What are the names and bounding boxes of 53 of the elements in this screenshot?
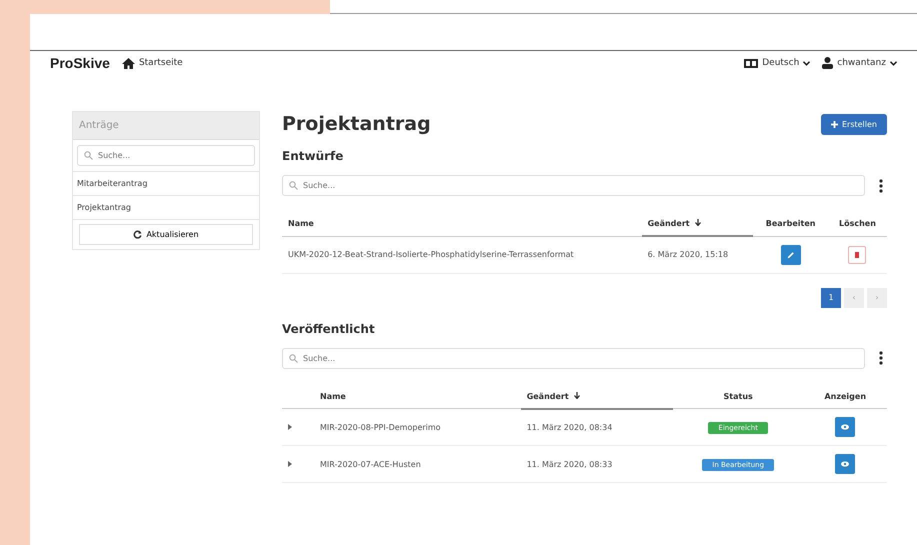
plus-icon (830, 120, 838, 128)
sort-arrow-icon[interactable] (694, 219, 701, 226)
sidebar-item[interactable]: Mitarbeiterantrag (73, 171, 259, 195)
delete-button[interactable] (848, 246, 866, 264)
table-cell: MIR-2020-07-ACE-Husten (314, 446, 521, 482)
user-icon (822, 57, 834, 69)
view-button[interactable] (835, 454, 856, 474)
sidebar-title: Anträge (73, 112, 259, 140)
column-header[interactable]: Geändert (526, 392, 569, 400)
refresh-icon (133, 230, 142, 239)
search-icon (289, 354, 298, 362)
caret-icon (890, 60, 897, 66)
eye-icon (841, 461, 850, 467)
column-header[interactable]: Geändert (648, 219, 690, 228)
table-cell: 6. März 2020, 15:18 (642, 236, 754, 273)
search-icon (289, 181, 298, 190)
refresh-button[interactable]: Aktualisieren (79, 224, 253, 245)
column-header: Löschen (838, 219, 876, 228)
brand-logo[interactable]: ProSkive (50, 55, 110, 71)
home-icon (122, 58, 135, 68)
more-options-icon[interactable] (879, 351, 883, 365)
table-cell: 11. März 2020, 08:33 (520, 446, 673, 482)
sidebar-item[interactable]: Projektantrag (73, 195, 259, 219)
trash-icon (855, 252, 860, 258)
eye-icon (841, 424, 850, 430)
expand-icon[interactable] (288, 424, 292, 430)
column-header: Anzeigen (824, 392, 866, 401)
sort-arrow-icon[interactable] (574, 392, 580, 398)
create-button[interactable]: Erstellen (820, 114, 887, 134)
column-header: Status (724, 392, 753, 401)
column-header: Name (320, 392, 346, 401)
more-options-icon[interactable] (879, 178, 883, 192)
section-title: Entwürfe (282, 149, 344, 163)
expand-icon[interactable] (288, 460, 292, 466)
table-cell: 11. März 2020, 08:34 (520, 408, 673, 446)
pencil-icon (786, 250, 795, 258)
view-button[interactable] (835, 417, 856, 437)
search-field[interactable]: Suche... (77, 145, 255, 166)
user-menu[interactable]: chwantanz (822, 57, 897, 69)
caret-icon (803, 60, 810, 66)
table-cell: UKM-2020-12-Beat-Strand-Isolierte-Phosphatidylserine-Terrassenformat (282, 236, 642, 273)
home-link[interactable]: Startseite (122, 58, 183, 68)
section-title: Veröffentlicht (282, 322, 376, 336)
edit-button[interactable] (780, 244, 801, 264)
language-menu[interactable]: Deutsch (744, 58, 810, 68)
search-field[interactable]: Suche... (282, 348, 865, 368)
page-button[interactable]: 1 (821, 288, 841, 308)
page-title: Projektantrag (282, 113, 431, 135)
column-header: Bearbeiten (766, 219, 816, 228)
search-icon (84, 151, 93, 160)
search-field[interactable]: Suche... (282, 175, 865, 196)
column-header: Name (288, 219, 314, 228)
table-cell: MIR-2020-08-PPI-Demoperimo (314, 408, 521, 446)
